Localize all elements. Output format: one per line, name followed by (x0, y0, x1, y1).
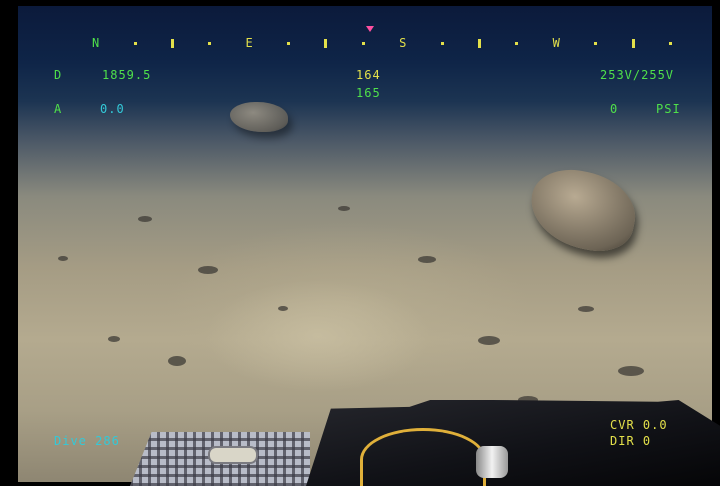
altitude-value: 0.0 (100, 102, 125, 116)
compass-dot (208, 41, 212, 45)
dir-readout: DIR 0 (610, 434, 652, 448)
compass-dot (133, 41, 137, 45)
yellow-cable (360, 428, 486, 486)
compass-tick (170, 38, 174, 48)
compass-dot (515, 41, 519, 45)
compass-letter-n: N (92, 36, 100, 50)
compass-letter-e: E (245, 36, 253, 50)
depth-label: D (54, 68, 63, 82)
pebble (478, 336, 500, 345)
rov-camera-frame: N E S W D 1859.5 A 0.0 164 165 253V/255V… (0, 0, 720, 486)
pebble (418, 256, 436, 263)
dive-number: Dive 286 (54, 434, 120, 448)
compass-tick (631, 38, 635, 48)
cvr-readout: CVR 0.0 (610, 418, 668, 432)
pressure-unit: PSI (656, 102, 681, 116)
compass-dot (361, 41, 365, 45)
pressure-value: 0 (610, 102, 619, 116)
basket-handle (208, 446, 258, 464)
compass-dot (668, 41, 672, 45)
pebble (198, 266, 218, 274)
compass-dot (287, 41, 291, 45)
voltage-readout: 253V/255V (600, 68, 675, 82)
heading-secondary: 165 (356, 86, 381, 100)
white-cylinder (476, 446, 508, 478)
compass-tick (324, 38, 328, 48)
pebble (108, 336, 120, 342)
compass-dot (440, 41, 444, 45)
heading-marker-icon (366, 26, 374, 32)
compass-tick (477, 38, 481, 48)
compass-letter-w: W (552, 36, 560, 50)
pebble (338, 206, 350, 211)
pebble (578, 306, 594, 312)
pebble (618, 366, 644, 376)
pebble (138, 216, 152, 222)
heading-primary: 164 (356, 68, 381, 82)
compass-dot (594, 41, 598, 45)
pebble (168, 356, 186, 366)
pebble (278, 306, 288, 311)
compass-strip: N E S W (92, 36, 672, 50)
altitude-label: A (54, 102, 63, 116)
pebble (58, 256, 68, 261)
depth-value: 1859.5 (102, 68, 152, 82)
compass-letter-s: S (399, 36, 407, 50)
